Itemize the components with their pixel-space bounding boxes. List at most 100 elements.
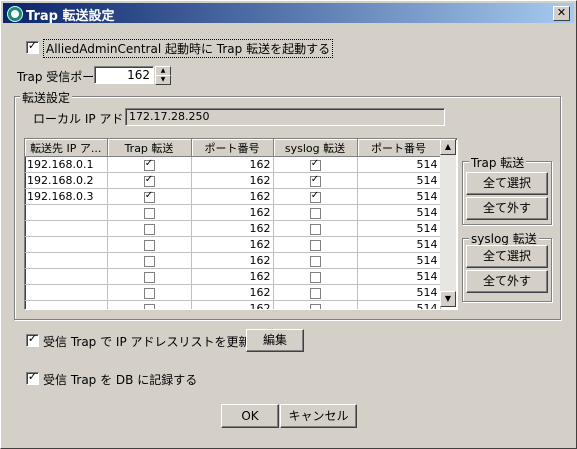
syslog-port-cell[interactable]: 514 [357, 236, 441, 253]
col-header-ip[interactable]: 転送先 IP ア... [25, 139, 108, 157]
trap-port-cell[interactable]: 162 [191, 156, 274, 173]
cancel-button[interactable]: キャンセル [280, 404, 357, 428]
syslog-port-cell[interactable]: 514 [357, 252, 441, 269]
ip-cell[interactable] [25, 252, 108, 269]
trap-forward-checkbox[interactable]: ✓ [143, 158, 155, 171]
syslog-port-cell[interactable]: 514 [357, 172, 441, 189]
syslog-forward-checkbox[interactable]: ✓ [309, 174, 321, 187]
trap-forward-checkbox[interactable] [143, 207, 155, 219]
trap-forward-cell[interactable] [107, 252, 192, 269]
table-row[interactable]: 162 514 [25, 300, 441, 309]
ip-cell[interactable]: 192.168.0.3 [25, 188, 108, 205]
trap-forward-cell[interactable] [107, 204, 192, 221]
trap-forward-checkbox[interactable]: ✓ [143, 190, 155, 203]
syslog-forward-cell[interactable] [273, 236, 358, 253]
trap-port-cell[interactable]: 162 [191, 172, 274, 189]
syslog-forward-checkbox[interactable] [309, 207, 321, 219]
table-row[interactable]: 162 514 [25, 252, 441, 269]
update-list-checkbox[interactable]: ✓ [26, 332, 39, 347]
ip-cell[interactable] [25, 204, 108, 221]
syslog-forward-cell[interactable] [273, 204, 358, 221]
syslog-forward-cell[interactable]: ✓ [273, 172, 358, 189]
table-row[interactable]: 162 514 [25, 220, 441, 237]
col-header-syslog[interactable]: syslog 転送 [273, 139, 358, 157]
syslog-forward-checkbox[interactable] [309, 271, 321, 283]
trap-port-cell[interactable]: 162 [191, 204, 274, 221]
syslog-forward-cell[interactable] [273, 220, 358, 237]
syslog-port-cell[interactable]: 514 [357, 268, 441, 285]
ip-cell[interactable] [25, 220, 108, 237]
trap-deselect-all-button[interactable]: 全て外す [466, 197, 548, 220]
syslog-forward-cell[interactable] [273, 284, 358, 301]
trap-forward-cell[interactable]: ✓ [107, 188, 192, 205]
ip-cell[interactable] [25, 236, 108, 253]
syslog-port-cell[interactable]: 514 [357, 204, 441, 221]
trap-select-all-button[interactable]: 全て選択 [466, 172, 548, 195]
close-button[interactable]: ✕ [553, 6, 570, 21]
title-bar[interactable]: Trap 転送設定 ✕ [3, 3, 574, 24]
trap-forward-checkbox[interactable] [143, 223, 155, 235]
trap-port-cell[interactable]: 162 [191, 268, 274, 285]
col-header-syslog-port[interactable]: ポート番号 [357, 139, 441, 157]
syslog-forward-cell[interactable]: ✓ [273, 188, 358, 205]
ip-cell[interactable] [25, 284, 108, 301]
syslog-forward-cell[interactable] [273, 252, 358, 269]
table-row[interactable]: 192.168.0.2 ✓ 162 ✓ 514 [25, 172, 441, 189]
trap-forward-checkbox[interactable] [143, 255, 155, 267]
ip-cell[interactable]: 192.168.0.1 [25, 156, 108, 173]
trap-port-cell[interactable]: 162 [191, 236, 274, 253]
ip-cell[interactable] [25, 300, 108, 309]
trap-port-cell[interactable]: 162 [191, 300, 274, 309]
trap-forward-cell[interactable] [107, 268, 192, 285]
table-row[interactable]: 192.168.0.1 ✓ 162 ✓ 514 [25, 156, 441, 173]
syslog-forward-checkbox[interactable]: ✓ [309, 158, 321, 171]
receive-port-spinner[interactable]: ▲ ▼ [155, 66, 171, 85]
trap-forward-cell[interactable] [107, 220, 192, 237]
trap-forward-cell[interactable] [107, 236, 192, 253]
table-scrollbar[interactable]: ▲ ▼ [440, 139, 456, 307]
table-row[interactable]: 162 514 [25, 284, 441, 301]
scroll-down-icon[interactable]: ▼ [440, 291, 456, 307]
table-row[interactable]: 162 514 [25, 268, 441, 285]
trap-port-cell[interactable]: 162 [191, 284, 274, 301]
trap-forward-cell[interactable] [107, 300, 192, 309]
trap-forward-checkbox[interactable] [143, 303, 155, 309]
syslog-forward-checkbox[interactable] [309, 239, 321, 251]
trap-forward-checkbox[interactable] [143, 271, 155, 283]
syslog-port-cell[interactable]: 514 [357, 188, 441, 205]
syslog-forward-checkbox[interactable]: ✓ [309, 190, 321, 203]
syslog-select-all-button[interactable]: 全て選択 [466, 245, 548, 268]
syslog-deselect-all-button[interactable]: 全て外す [466, 270, 548, 293]
syslog-forward-cell[interactable]: ✓ [273, 156, 358, 173]
col-header-trap[interactable]: Trap 転送 [107, 139, 192, 157]
table-row[interactable]: 162 514 [25, 236, 441, 253]
ok-button[interactable]: OK [221, 404, 279, 428]
syslog-forward-checkbox[interactable] [309, 255, 321, 267]
trap-port-cell[interactable]: 162 [191, 252, 274, 269]
trap-forward-checkbox[interactable]: ✓ [143, 174, 155, 187]
ip-cell[interactable] [25, 268, 108, 285]
table-row[interactable]: 192.168.0.3 ✓ 162 ✓ 514 [25, 188, 441, 205]
syslog-forward-checkbox[interactable] [309, 287, 321, 299]
syslog-port-cell[interactable]: 514 [357, 156, 441, 173]
syslog-forward-cell[interactable] [273, 300, 358, 309]
edit-button[interactable]: 編集 [246, 329, 304, 352]
syslog-port-cell[interactable]: 514 [357, 220, 441, 237]
receive-port-field[interactable]: 162 [94, 66, 154, 84]
trap-forward-checkbox[interactable] [143, 239, 155, 251]
syslog-forward-checkbox[interactable] [309, 303, 321, 309]
trap-forward-cell[interactable]: ✓ [107, 156, 192, 173]
trap-forward-cell[interactable]: ✓ [107, 172, 192, 189]
trap-port-cell[interactable]: 162 [191, 220, 274, 237]
trap-forward-checkbox[interactable] [143, 287, 155, 299]
syslog-port-cell[interactable]: 514 [357, 300, 441, 309]
scroll-up-icon[interactable]: ▲ [440, 139, 456, 155]
syslog-forward-cell[interactable] [273, 268, 358, 285]
forward-table[interactable]: 転送先 IP ア... Trap 転送 ポート番号 syslog 転送 ポート番… [24, 138, 458, 310]
syslog-port-cell[interactable]: 514 [357, 284, 441, 301]
table-row[interactable]: 162 514 [25, 204, 441, 221]
trap-forward-cell[interactable] [107, 284, 192, 301]
spin-down-icon[interactable]: ▼ [155, 75, 171, 85]
syslog-forward-checkbox[interactable] [309, 223, 321, 235]
col-header-trap-port[interactable]: ポート番号 [191, 139, 274, 157]
